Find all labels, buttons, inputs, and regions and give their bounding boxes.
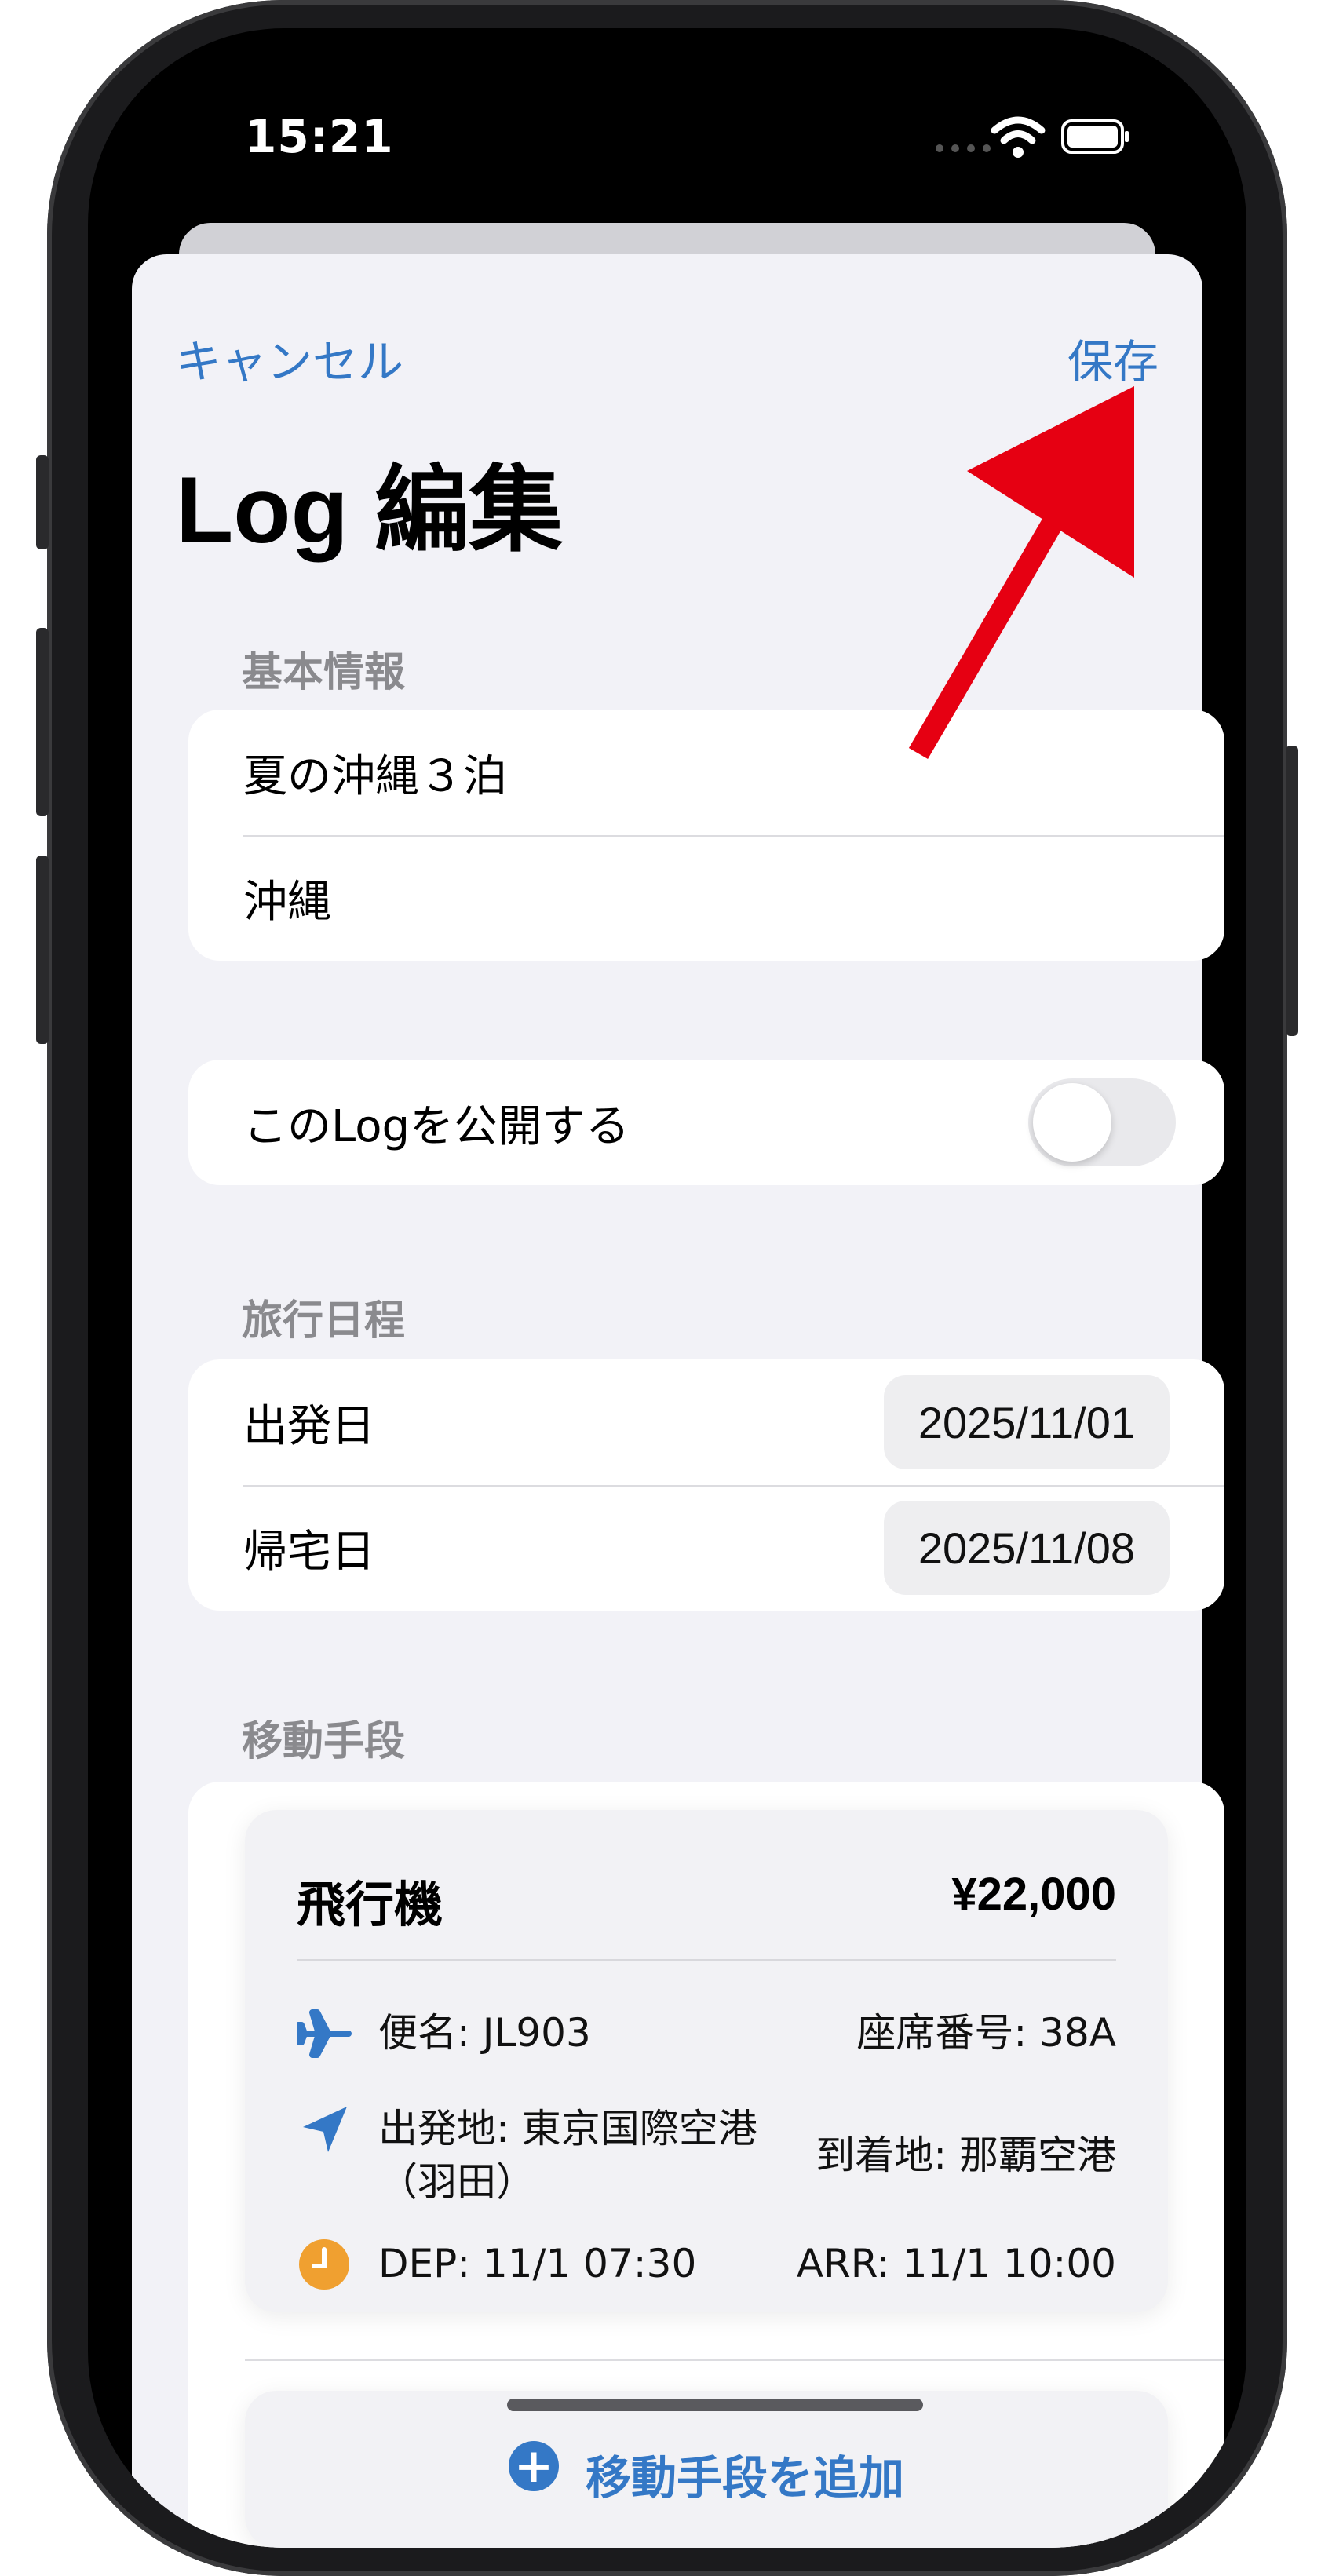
transport-divider [245,2359,1224,2361]
departure-place: 出発地: 東京国際空港（羽田） [378,2106,757,2205]
flight-number: 便名: JL903 [378,2010,591,2056]
transport-price: ¥22,000 [951,1869,1116,1920]
toggle-knob [1033,1083,1111,1162]
edit-sheet: キャンセル 保存 Log 編集 基本情報 このLogを公開する [132,254,1224,2548]
status-time: 15:21 [245,110,394,163]
publish-row: このLogを公開する [188,1060,1224,1185]
flight-line: 便名: JL903 座席番号: 38A [297,2006,1116,2061]
title-field[interactable] [243,746,1170,798]
clock-icon [299,2239,349,2290]
seat-number: 座席番号: 38A [856,2010,1116,2056]
return-row: 帰宅日 2025/11/08 [188,1485,1224,1611]
location-field[interactable] [243,872,1170,924]
screen: 15:21 キャンセル 保存 Log 編集 基本情報 夏の沖縄３泊 沖縄 このL… [88,28,1246,2548]
volume-up-button [36,628,49,816]
title-row [188,710,1224,835]
section-label-schedule: 旅行日程 [242,1297,406,1345]
arrival-place: 到着地: 那覇空港 [816,2133,1116,2178]
route-line: 出発地: 東京国際空港（羽田） 到着地: 那覇空港 [297,2102,1116,2209]
location-arrow-icon [303,2107,347,2152]
section-label-transport: 移動手段 [242,1718,406,1765]
schedule-group: 出発日 2025/11/01 帰宅日 2025/11/08 [188,1359,1224,1611]
save-button[interactable]: 保存 [1067,325,1159,391]
signal-dots [936,144,991,152]
airplane-icon [297,2009,352,2058]
add-transport-button[interactable]: + 移動手段を追加 [245,2391,1168,2548]
card-divider [297,1959,1116,1961]
action-button [36,455,49,549]
return-date-picker[interactable]: 2025/11/08 [883,1501,1170,1595]
departure-date-picker[interactable]: 2025/11/01 [883,1375,1170,1469]
location-row [188,835,1224,961]
departure-time: DEP: 11/1 07:30 [378,2241,697,2286]
section-label-basic-info: 基本情報 [242,649,406,696]
arrival-time: ARR: 11/1 10:00 [796,2241,1116,2286]
volume-down-button [36,856,49,1044]
battery-icon [1061,119,1129,154]
departure-row: 出発日 2025/11/01 [188,1359,1224,1485]
transport-type: 飛行機 [297,1876,443,1933]
cancel-button[interactable]: キャンセル [176,325,403,391]
wifi-icon [991,116,1046,158]
add-transport-label: 移動手段を追加 [585,2451,904,2505]
publish-toggle[interactable] [1028,1078,1176,1166]
plus-circle-icon: + [508,2441,559,2491]
status-bar: 15:21 [88,28,1246,232]
return-label: 帰宅日 [243,1526,375,1578]
transport-card[interactable]: 飛行機 ¥22,000 便名: JL903 座席番号: 38A 出発地: 東京国… [245,1810,1168,2312]
publish-label: このLogを公開する [243,1100,630,1152]
page-title: Log 編集 [176,458,564,563]
transport-group: 飛行機 ¥22,000 便名: JL903 座席番号: 38A 出発地: 東京国… [188,1782,1224,2548]
home-indicator [507,2399,923,2411]
basic-info-group [188,710,1224,961]
phone-frame: 15:21 キャンセル 保存 Log 編集 基本情報 夏の沖縄３泊 沖縄 このL… [36,0,1298,2576]
time-line: DEP: 11/1 07:30 ARR: 11/1 10:00 [297,2237,1116,2292]
publish-group: このLogを公開する [188,1060,1224,1185]
power-button [1286,746,1298,1036]
departure-label: 出発日 [243,1400,375,1452]
